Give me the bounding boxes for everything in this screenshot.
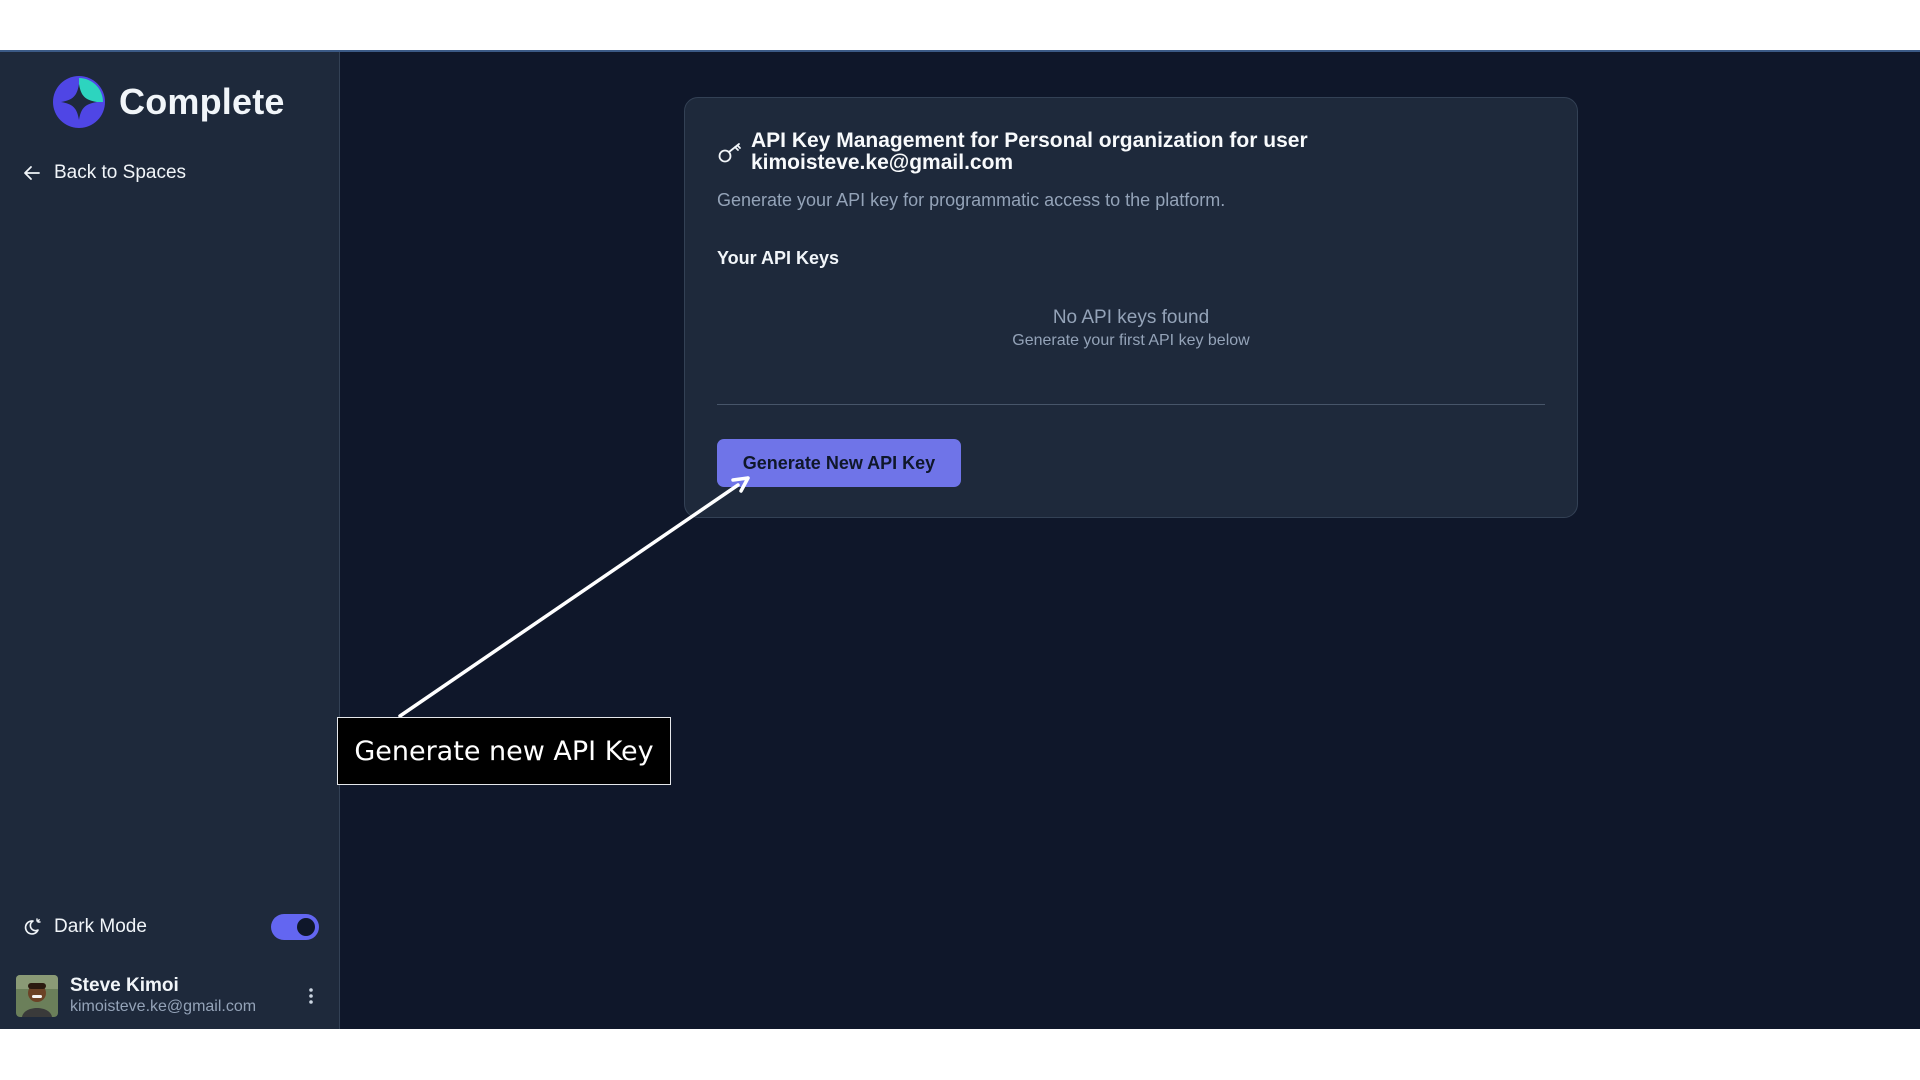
api-keys-section-title: Your API Keys [717,248,840,268]
empty-state-title: No API keys found [1052,307,1210,328]
user-info: Steve Kimoi kimoisteve.ke@gmail.com [70,975,256,1017]
more-vertical-icon [309,988,313,1004]
logo-icon [53,76,105,128]
user-name: Steve Kimoi [70,975,179,996]
key-icon [718,143,741,163]
card-title: API Key Management for Personal organiza… [751,129,1308,174]
app-name: Complete [119,81,285,122]
dark-mode-toggle[interactable] [271,914,319,940]
sidebar: Complete Back to Spaces Dark Mode Steve … [0,52,340,1029]
user-profile[interactable]: Steve Kimoi kimoisteve.ke@gmail.com [16,974,321,1018]
user-menu-button[interactable] [301,981,321,1011]
app-window: Complete Back to Spaces Dark Mode Steve … [0,50,1920,1029]
avatar-image [16,975,58,1017]
user-email: kimoisteve.ke@gmail.com [70,998,257,1015]
generate-api-key-button[interactable]: Generate New API Key [717,439,961,487]
avatar [16,975,58,1017]
divider [717,404,1545,405]
card-subtitle: Generate your API key for programmatic a… [717,190,1226,210]
empty-state-subtitle: Generate your first API key below [1012,332,1250,349]
api-key-card: API Key Management for Personal organiza… [684,97,1578,518]
toggle-knob [297,918,315,936]
back-to-spaces-link[interactable]: Back to Spaces [22,158,186,188]
annotation-callout: Generate new API Key [337,717,671,785]
arrow-left-icon [24,166,40,180]
dark-mode-label: Dark Mode [54,916,147,937]
back-to-spaces-label: Back to Spaces [54,162,187,183]
dark-mode-setting: Dark Mode [22,912,319,942]
card-header: API Key Management for Personal organiza… [717,130,1545,174]
brand[interactable]: Complete [53,76,285,128]
empty-state: No API keys found Generate your first AP… [717,306,1545,352]
moon-sun-icon [24,918,41,935]
